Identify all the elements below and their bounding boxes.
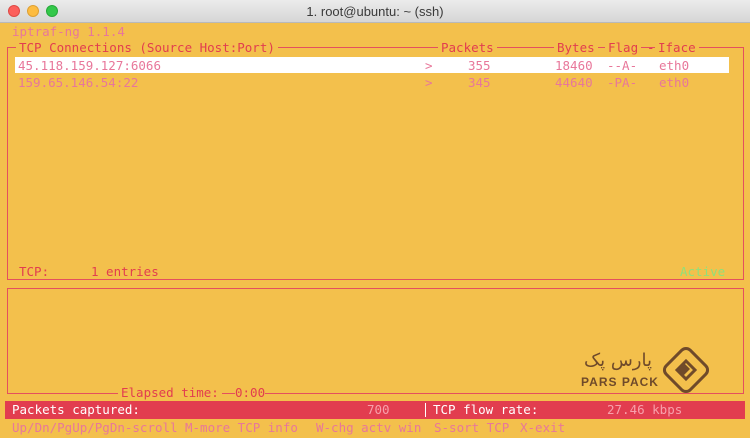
svg-text:پارس پک: پارس پک: [584, 350, 652, 371]
row-host: 45.118.159.127:6066: [18, 58, 161, 73]
row-packets: 355: [468, 58, 491, 73]
row-iface: eth0: [659, 75, 690, 90]
key-sort-tcp[interactable]: S-sort TCP: [434, 420, 509, 435]
row-flag: -PA-: [607, 75, 638, 90]
row-arrow: >: [425, 58, 433, 73]
active-indicator: Active: [677, 264, 729, 279]
column-header-flag: Flag: [605, 40, 642, 55]
row-bytes: 44640: [555, 75, 593, 90]
key-more-tcp-info[interactable]: M-more TCP info: [185, 420, 298, 435]
packets-captured-label: Packets captured:: [12, 402, 140, 417]
row-packets: 345: [468, 75, 491, 90]
status-bar: Packets captured: 700 TCP flow rate: 27.…: [5, 401, 745, 419]
row-bytes: 18460: [555, 58, 593, 73]
pars-pack-logo-graphic: پارس پک PARS PACK: [581, 346, 710, 394]
status-separator: [425, 403, 426, 417]
terminal-window: 1. root@ubuntu: ~ (ssh) iptraf-ng 1.1.4 …: [0, 0, 750, 438]
tcp-flow-rate-value: 27.46 kbps: [607, 402, 683, 417]
app-version: iptraf-ng 1.1.4: [12, 24, 125, 39]
column-header-packets: Packets: [438, 40, 497, 55]
tcp-label: TCP:: [16, 264, 53, 279]
key-exit[interactable]: X-exit: [520, 420, 565, 435]
header-dash: -: [647, 40, 655, 55]
pars-pack-logo: پارس پک PARS PACK: [580, 345, 710, 398]
packets-captured-value: 700: [367, 402, 390, 417]
elapsed-time-label: Elapsed time:: [118, 385, 222, 400]
column-header-connections: TCP Connections (Source Host:Port): [16, 40, 278, 55]
row-iface: eth0: [659, 58, 690, 73]
terminal-screen[interactable]: iptraf-ng 1.1.4 TCP Connections (Source …: [0, 23, 750, 438]
entries-count: 1 entries: [88, 264, 162, 279]
row-arrow: >: [425, 75, 433, 90]
tcp-flow-rate-label: TCP flow rate:: [433, 402, 539, 417]
elapsed-time-value: 0:00: [235, 385, 266, 400]
row-host: 159.65.146.54:22: [18, 75, 139, 90]
key-scroll[interactable]: Up/Dn/PgUp/PgDn-scroll: [12, 420, 178, 435]
column-header-bytes: Bytes: [554, 40, 598, 55]
window-title: 1. root@ubuntu: ~ (ssh): [306, 4, 444, 19]
column-header-iface: Iface: [655, 40, 699, 55]
title-bar: 1. root@ubuntu: ~ (ssh): [0, 0, 750, 23]
svg-text:PARS PACK: PARS PACK: [581, 375, 659, 389]
key-change-active-window[interactable]: W-chg actv win: [316, 420, 421, 435]
row-flag: --A-: [607, 58, 638, 73]
